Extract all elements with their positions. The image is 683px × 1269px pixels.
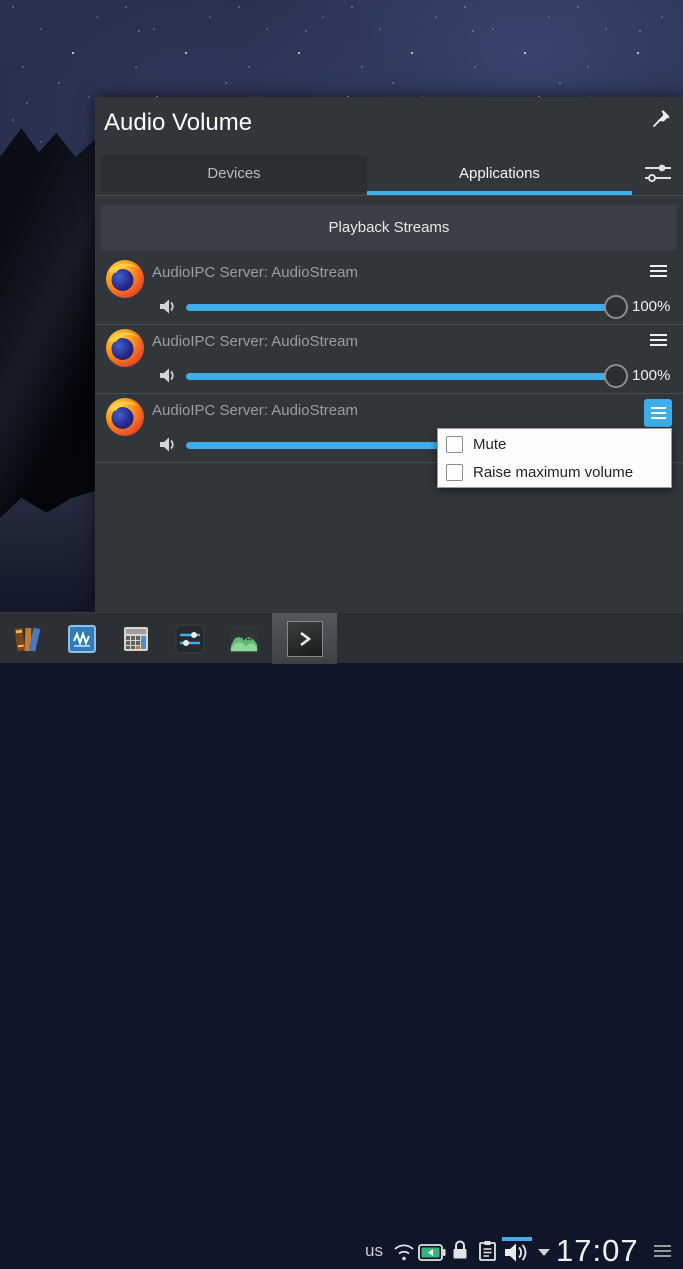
audio-volume-tray-icon[interactable] <box>504 1242 530 1263</box>
terminal-icon <box>286 620 323 657</box>
tab-separator <box>95 195 683 196</box>
taskbar: us 17:07 <box>0 612 683 1268</box>
stream-name: AudioIPC Server: AudioStream <box>152 333 358 350</box>
launcher-landscape-app[interactable] <box>229 624 259 654</box>
volume-slider[interactable] <box>186 373 627 380</box>
launcher-calibre[interactable] <box>13 624 43 654</box>
firefox-icon <box>106 329 144 367</box>
stream-context-menu: Mute Raise maximum volume <box>437 428 672 488</box>
stream-menu-button[interactable] <box>650 334 667 347</box>
raise-max-volume-checkbox[interactable] <box>446 463 463 481</box>
task-terminal-active[interactable] <box>272 613 337 664</box>
keyboard-layout-indicator[interactable]: us <box>365 1241 383 1261</box>
tab-devices-label: Devices <box>207 165 261 182</box>
playback-streams-header: Playback Streams <box>101 205 677 250</box>
hamburger-icon <box>654 1245 671 1247</box>
tab-devices[interactable]: Devices <box>101 155 367 192</box>
stream-menu-button-active[interactable] <box>644 399 672 427</box>
playback-streams-label: Playback Streams <box>328 219 450 236</box>
firefox-icon <box>106 398 144 436</box>
tray-expander-caret-icon[interactable] <box>538 1249 550 1256</box>
raise-max-volume-label: Raise maximum volume <box>473 463 634 481</box>
pin-icon[interactable] <box>651 109 671 129</box>
lock-icon[interactable] <box>450 1239 470 1261</box>
tab-applications[interactable]: Applications <box>367 155 632 192</box>
menu-item-mute[interactable]: Mute <box>438 430 671 458</box>
stream-name: AudioIPC Server: AudioStream <box>152 264 358 281</box>
clipboard-icon[interactable] <box>478 1240 497 1262</box>
calculator-icon <box>124 627 148 651</box>
audio-volume-popup: Audio Volume Devices Applications Playba… <box>95 97 683 612</box>
hamburger-icon <box>650 407 666 409</box>
speaker-icon <box>160 368 174 383</box>
hamburger-icon <box>650 334 667 336</box>
configure-audio-button[interactable] <box>641 157 675 189</box>
hamburger-icon <box>650 265 667 267</box>
wifi-icon[interactable] <box>392 1241 416 1263</box>
battery-charging-icon[interactable] <box>418 1244 446 1261</box>
sliders-icon <box>645 164 671 182</box>
landscape-icon <box>229 624 259 654</box>
volume-slider[interactable] <box>186 304 627 311</box>
mute-label: Mute <box>473 435 507 453</box>
volume-percent: 100% <box>632 298 671 315</box>
speaker-icon <box>160 299 174 314</box>
stream-menu-button[interactable] <box>650 265 667 278</box>
menu-item-raise-max-volume[interactable]: Raise maximum volume <box>438 458 671 486</box>
active-applet-indicator <box>502 1237 532 1241</box>
popup-title: Audio Volume <box>104 109 253 136</box>
panel-menu-button[interactable] <box>654 1245 671 1247</box>
wave-icon <box>68 625 96 653</box>
volume-percent: 100% <box>632 367 671 384</box>
mute-checkbox[interactable] <box>446 435 463 453</box>
volume-slider-handle[interactable] <box>604 295 628 319</box>
tab-applications-label: Applications <box>459 165 540 182</box>
stream-row: AudioIPC Server: AudioStream 100% <box>95 252 683 321</box>
launcher-calculator[interactable] <box>121 624 151 654</box>
audio-mixer-icon <box>175 624 205 654</box>
stream-name: AudioIPC Server: AudioStream <box>152 402 358 419</box>
clock[interactable]: 17:07 <box>556 1233 639 1269</box>
launcher-wave-app[interactable] <box>67 624 97 654</box>
launcher-audio-mixer[interactable] <box>175 624 205 654</box>
speaker-icon <box>160 437 174 452</box>
calibre-books-icon <box>14 627 41 652</box>
firefox-icon <box>106 260 144 298</box>
volume-slider-handle[interactable] <box>604 364 628 388</box>
stream-row: AudioIPC Server: AudioStream 100% <box>95 321 683 390</box>
